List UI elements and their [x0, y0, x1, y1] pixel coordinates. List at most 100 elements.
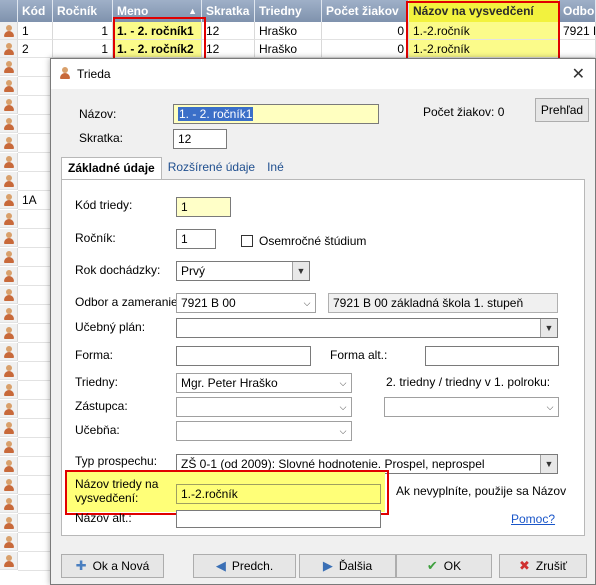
chevron-down-icon: ▼ — [292, 262, 309, 280]
cell-nazov-vys: 1.-2.ročník — [409, 22, 559, 40]
table-row[interactable] — [0, 58, 50, 77]
cell-kod — [18, 210, 50, 229]
person-icon — [0, 248, 18, 266]
col-header-skratka[interactable]: Skratka — [202, 0, 255, 22]
cell-kod: 2 — [18, 40, 53, 58]
nazov-vys-label-1: Názov triedy na — [75, 477, 159, 491]
cell-kod — [18, 495, 50, 514]
tab-ine[interactable]: Iné — [261, 157, 290, 179]
table-row[interactable] — [0, 210, 50, 229]
tab-rozsirene-udaje[interactable]: Rozšírené údaje — [162, 157, 261, 179]
table-row[interactable] — [0, 495, 50, 514]
table-row[interactable] — [0, 514, 50, 533]
col-header-nazov-vys[interactable]: Názov na vysvedčení — [409, 0, 559, 22]
triedny2-select[interactable]: ⌵ — [384, 397, 559, 417]
triedny2-value — [385, 398, 558, 402]
table-row[interactable] — [0, 419, 50, 438]
predch-button[interactable]: ◀ Predch. — [193, 554, 296, 578]
tab-zakladne-udaje[interactable]: Základné údaje — [61, 157, 162, 180]
col-header-meno-label: Meno — [117, 4, 149, 18]
table-row[interactable]: 1A — [0, 191, 50, 210]
ok-a-nova-button[interactable]: ✚ Ok a Nová — [61, 554, 164, 578]
table-row[interactable]: 2 1 1. - 2. ročník2 12 Hraško 0 1.-2.roč… — [0, 40, 596, 58]
ucebny-plan-value — [177, 319, 557, 323]
table-row[interactable] — [0, 305, 50, 324]
zastupca-select[interactable]: ⌵ — [176, 397, 352, 417]
table-row[interactable] — [0, 172, 50, 191]
grid-corner — [0, 0, 18, 22]
rocnik-field[interactable]: 1 — [176, 229, 216, 249]
dalsia-button[interactable]: ▶ Ďalšia — [299, 554, 396, 578]
typ-prospechu-select[interactable]: ZŠ 0-1 (od 2009): Slovné hodnotenie. Pro… — [176, 454, 558, 474]
cell-kod — [18, 134, 50, 153]
forma-alt-field[interactable] — [425, 346, 559, 366]
col-header-meno[interactable]: Meno ▲ — [113, 0, 202, 22]
predch-label: Predch. — [231, 559, 274, 573]
cell-kod — [18, 343, 50, 362]
zrusit-button[interactable]: ✖ Zrušiť — [499, 554, 587, 578]
chevron-down-icon: ⌵ — [541, 398, 558, 416]
table-row[interactable] — [0, 457, 50, 476]
table-row[interactable]: 1 1 1. - 2. ročník1 12 Hraško 0 1.-2.roč… — [0, 22, 596, 40]
cell-kod — [18, 362, 50, 381]
table-row[interactable] — [0, 552, 50, 571]
zastupca-value — [177, 398, 351, 402]
cell-pocet: 0 — [322, 40, 409, 58]
triedny-select[interactable]: Mgr. Peter Hraško ⌵ — [176, 373, 352, 393]
person-icon — [0, 381, 18, 399]
cell-kod — [18, 419, 50, 438]
rocnik-label: Ročník: — [75, 231, 116, 245]
table-row[interactable] — [0, 267, 50, 286]
nazov-alt-label: Názov alt.: — [75, 511, 132, 525]
nazov-vys-field[interactable]: 1.-2.ročník — [176, 484, 381, 504]
table-row[interactable] — [0, 286, 50, 305]
pomoc-link[interactable]: Pomoc? — [511, 512, 555, 526]
table-row[interactable] — [0, 115, 50, 134]
table-row[interactable] — [0, 229, 50, 248]
cancel-x-icon: ✖ — [518, 558, 530, 573]
forma-field[interactable] — [176, 346, 311, 366]
skratka-field[interactable]: 12 — [173, 129, 227, 149]
ucebny-plan-select[interactable]: ▼ — [176, 318, 558, 338]
rok-dochadzky-value: Prvý — [181, 264, 205, 278]
triedny2-label: 2. triedny / triedny v 1. polroku: — [386, 375, 551, 389]
col-header-kod[interactable]: Kód — [18, 0, 53, 22]
nazov-alt-field[interactable] — [176, 510, 381, 528]
chevron-down-icon: ▼ — [540, 455, 557, 473]
table-row[interactable] — [0, 77, 50, 96]
table-row[interactable] — [0, 248, 50, 267]
col-header-odbor[interactable]: Odbor — [559, 0, 596, 22]
table-row[interactable] — [0, 96, 50, 115]
rok-dochadzky-select[interactable]: Prvý ▼ — [176, 261, 310, 281]
table-row[interactable] — [0, 362, 50, 381]
col-header-pocet[interactable]: Počet žiakov — [322, 0, 409, 22]
ok-button[interactable]: ✔ OK — [396, 554, 492, 578]
table-row[interactable] — [0, 476, 50, 495]
ucebny-plan-label: Učebný plán: — [75, 320, 146, 334]
col-header-rocnik[interactable]: Ročník — [53, 0, 113, 22]
nazov-field[interactable]: 1. - 2. ročník1 — [173, 104, 379, 124]
table-row[interactable] — [0, 381, 50, 400]
table-row[interactable] — [0, 343, 50, 362]
table-row[interactable] — [0, 153, 50, 172]
osemrocne-checkbox[interactable] — [241, 235, 253, 247]
prehlad-button[interactable]: Prehľad — [535, 98, 589, 122]
cell-nazov-vys: 1.-2.ročník — [409, 40, 559, 58]
kod-triedy-field[interactable]: 1 — [176, 197, 231, 217]
table-row[interactable] — [0, 533, 50, 552]
table-row[interactable] — [0, 324, 50, 343]
close-icon[interactable]: ✕ — [572, 64, 585, 84]
triedny-value: Mgr. Peter Hraško — [181, 376, 278, 390]
person-icon — [0, 153, 18, 171]
person-icon — [0, 362, 18, 380]
dialog-titlebar[interactable]: Trieda ✕ — [51, 59, 595, 89]
table-row[interactable] — [0, 134, 50, 153]
cell-skratka: 12 — [202, 22, 255, 40]
table-row[interactable] — [0, 400, 50, 419]
odbor-select[interactable]: 7921 B 00 ⌵ — [176, 293, 316, 313]
table-row[interactable] — [0, 438, 50, 457]
ucebna-select[interactable]: ⌵ — [176, 421, 352, 441]
chevron-down-icon: ⌵ — [298, 294, 315, 312]
grid-header: Kód Ročník Meno ▲ Skratka Triedny Počet … — [0, 0, 596, 22]
col-header-triedny[interactable]: Triedny — [255, 0, 322, 22]
